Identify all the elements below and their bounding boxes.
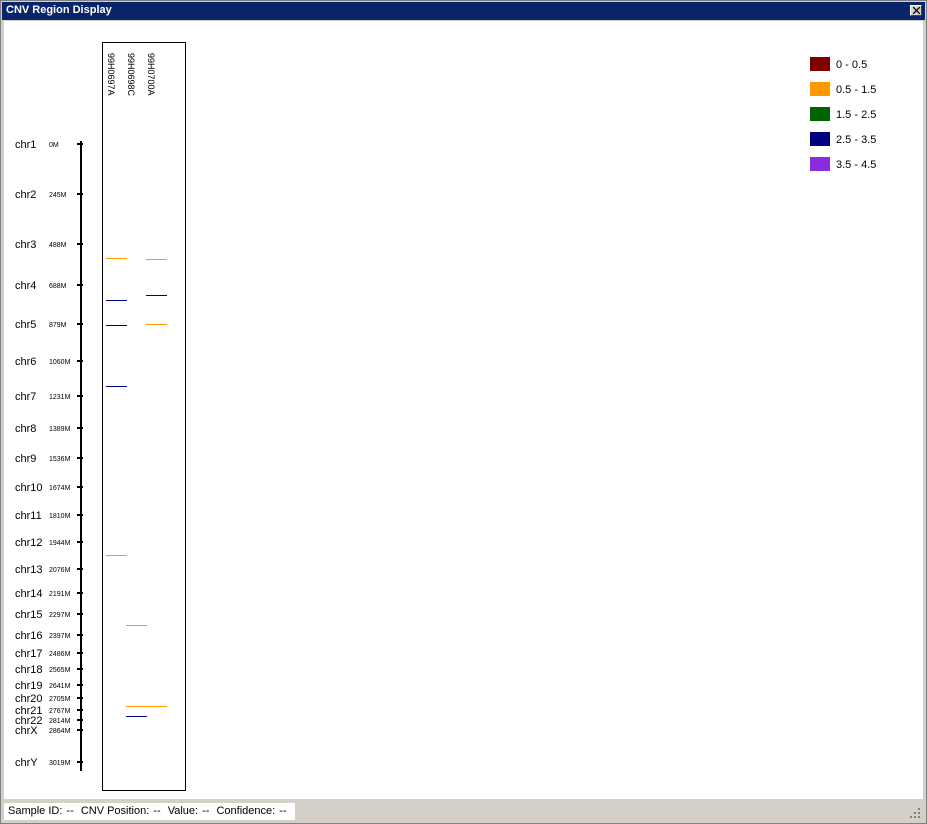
- close-button[interactable]: [910, 5, 922, 16]
- chromosome-position-label: 879M: [49, 322, 67, 329]
- status-text: Sample ID: -- CNV Position: -- Value: -- Co…: [4, 803, 295, 820]
- legend-label: 2.5 - 3.5: [836, 134, 876, 146]
- chromosome-label: chr9: [15, 453, 36, 465]
- legend-swatch: [810, 107, 830, 121]
- chromosome-label: chr19: [15, 680, 43, 692]
- chromosome-position-label: 1810M: [49, 513, 71, 520]
- chromosome-label: chr18: [15, 664, 43, 676]
- chromosome-position-label: 2191M: [49, 591, 71, 598]
- chromosome-label: chr8: [15, 423, 36, 435]
- status-bar: Sample ID: -- CNV Position: -- Value: -- Co…: [4, 802, 923, 821]
- chromosome-position-label: 2767M: [49, 708, 71, 715]
- chromosome-position-label: 2705M: [49, 696, 71, 703]
- legend-label: 3.5 - 4.5: [836, 159, 876, 171]
- chromosome-position-label: 2076M: [49, 567, 71, 574]
- cnv-plot[interactable]: 99H0697A 99H0698C 99H0700A chr1 0M chr2 245M ch…: [4, 21, 923, 799]
- chromosome-position-label: 1944M: [49, 540, 71, 547]
- chromosome-label: chr2: [15, 189, 36, 201]
- chromosome-label: chrX: [15, 725, 38, 737]
- close-icon: [913, 7, 920, 14]
- chromosome-position-label: 1231M: [49, 394, 71, 401]
- chromosome-label: chr20: [15, 693, 43, 705]
- title-bar[interactable]: CNV Region Display: [2, 2, 925, 20]
- chromosome-position-label: 1060M: [49, 359, 71, 366]
- chromosome-label: chr14: [15, 588, 43, 600]
- chromosome-label: chr4: [15, 280, 36, 292]
- status-sample-value: --: [66, 805, 74, 817]
- sample-header: 99H0698C: [126, 53, 136, 97]
- chromosome-position-label: 2486M: [49, 651, 71, 658]
- chromosome-label: chr6: [15, 356, 36, 368]
- status-confidence-value: --: [279, 805, 287, 817]
- chromosome-label: chrY: [15, 757, 38, 769]
- sample-panel: [102, 42, 186, 791]
- legend-label: 0 - 0.5: [836, 59, 867, 71]
- sample-header: 99H0700A: [146, 53, 156, 96]
- window-title: CNV Region Display: [6, 4, 112, 16]
- legend-swatch: [810, 57, 830, 71]
- legend-label: 1.5 - 2.5: [836, 109, 876, 121]
- status-position-value: --: [153, 805, 161, 817]
- chromosome-position-label: 2565M: [49, 667, 71, 674]
- chromosome-position-label: 2641M: [49, 683, 71, 690]
- chromosome-position-label: 2397M: [49, 633, 71, 640]
- legend-label: 0.5 - 1.5: [836, 84, 876, 96]
- legend-swatch: [810, 132, 830, 146]
- chromosome-label: chr13: [15, 564, 43, 576]
- chromosome-position-label: 2297M: [49, 612, 71, 619]
- chromosome-position-label: 1674M: [49, 485, 71, 492]
- chromosome-label: chr15: [15, 609, 43, 621]
- chromosome-position-label: 1536M: [49, 456, 71, 463]
- chromosome-label: chr3: [15, 239, 36, 251]
- status-position-label: CNV Position:: [80, 805, 150, 817]
- chromosome-position-label: 488M: [49, 242, 67, 249]
- chromosome-label: chr12: [15, 537, 43, 549]
- chromosome-label: chr5: [15, 319, 36, 331]
- chromosome-position-label: 0M: [49, 142, 59, 149]
- sample-header: 99H0697A: [106, 53, 116, 96]
- chromosome-label: chr17: [15, 648, 43, 660]
- status-value-value: --: [202, 805, 210, 817]
- resize-grip-icon[interactable]: [909, 807, 921, 819]
- chromosome-label: chr16: [15, 630, 43, 642]
- chromosome-label: chr11: [15, 510, 42, 522]
- cnv-display-area[interactable]: 99H0697A 99H0698C 99H0700A chr1 0M chr2 245M ch…: [4, 21, 923, 799]
- chromosome-position-label: 245M: [49, 192, 67, 199]
- chromosome-label: chr1: [15, 139, 36, 151]
- chromosome-position-label: 2814M: [49, 718, 71, 725]
- chromosome-position-label: 688M: [49, 283, 67, 290]
- legend-swatch: [810, 157, 830, 171]
- chromosome-position-label: 3019M: [49, 760, 71, 767]
- status-sample-label: Sample ID:: [8, 805, 63, 817]
- chromosome-label: chr7: [15, 391, 36, 403]
- cnv-window: CNV Region Display 99H0697A 99H0698C 99H07…: [0, 0, 927, 824]
- chromosome-label: chr10: [15, 482, 43, 494]
- status-value-label: Value:: [167, 805, 199, 817]
- status-confidence-label: Confidence:: [216, 805, 276, 817]
- chromosome-position-label: 2864M: [49, 728, 71, 735]
- chromosome-position-label: 1389M: [49, 426, 71, 433]
- legend-swatch: [810, 82, 830, 96]
